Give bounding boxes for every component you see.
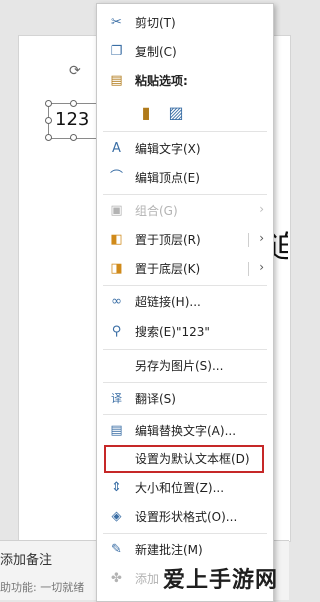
paste-keep-source-icon[interactable]: ▮ — [135, 101, 157, 125]
resize-handle[interactable] — [45, 100, 52, 107]
menu-item-label: 搜索(E)"123" — [135, 325, 210, 339]
chevron-right-icon[interactable]: › — [259, 231, 264, 245]
menu-item-size-position[interactable]: ⇕ 大小和位置(Z)... — [97, 475, 273, 501]
menu-item-send-to-back[interactable]: ◨ 置于底层(K) › — [97, 256, 273, 282]
paste-picture-icon[interactable]: ▨ — [165, 101, 187, 125]
menu-item-label: 置于底层(K) — [135, 262, 201, 276]
group-icon: ▣ — [110, 203, 123, 218]
menu-item-paste-options: ▤ 粘贴选项: — [97, 68, 273, 94]
note-icon: ✤ — [111, 571, 122, 586]
link-icon: ∞ — [111, 294, 122, 309]
menu-item-bring-to-front[interactable]: ◧ 置于顶层(R) › — [97, 227, 273, 253]
menu-item-translate[interactable]: 译 翻译(S) — [97, 386, 273, 412]
size-position-icon: ⇕ — [111, 480, 122, 495]
menu-item-label: 复制(C) — [135, 45, 177, 59]
resize-handle[interactable] — [45, 134, 52, 141]
menu-item-hyperlink[interactable]: ∞ 超链接(H)... — [97, 289, 273, 315]
menu-item-cut[interactable]: ✂ 剪切(T) — [97, 10, 273, 36]
menu-item-label: 粘贴选项: — [135, 74, 188, 88]
menu-item-label: 设置形状格式(O)... — [135, 510, 238, 524]
menu-separator — [103, 533, 267, 534]
format-shape-icon: ◈ — [111, 509, 122, 524]
menu-separator — [103, 414, 267, 415]
menu-separator — [103, 382, 267, 383]
split-divider — [248, 233, 249, 247]
clipboard-icon: ▤ — [110, 73, 123, 88]
status-text: 助功能: 一切就绪 — [0, 581, 85, 594]
comment-icon: ✎ — [111, 542, 122, 557]
watermark-text: 爱上手游网 — [163, 568, 279, 593]
menu-item-edit-points[interactable]: ⌒ 编辑顶点(E) — [97, 165, 273, 191]
highlight-box — [104, 445, 264, 473]
chevron-right-icon[interactable]: › — [259, 260, 264, 274]
menu-item-label: 编辑文字(X) — [135, 142, 201, 156]
menu-separator — [103, 194, 267, 195]
search-icon: ⚲ — [111, 324, 122, 339]
rotate-handle-icon[interactable]: ⟳ — [69, 64, 81, 78]
menu-item-label: 超链接(H)... — [135, 295, 201, 309]
resize-handle[interactable] — [70, 100, 77, 107]
menu-item-search[interactable]: ⚲ 搜索(E)"123" — [97, 319, 273, 345]
menu-item-edit-text[interactable]: A 编辑文字(X) — [97, 136, 273, 162]
bring-front-icon: ◧ — [110, 232, 123, 247]
menu-item-new-comment[interactable]: ✎ 新建批注(M) — [97, 537, 273, 563]
menu-item-label: 翻译(S) — [135, 392, 176, 406]
menu-item-label: 编辑顶点(E) — [135, 171, 200, 185]
menu-item-save-as-picture[interactable]: 另存为图片(S)... — [97, 353, 273, 379]
resize-handle[interactable] — [70, 134, 77, 141]
chevron-right-icon: › — [259, 202, 264, 216]
notes-label: 添加备注 — [0, 553, 53, 568]
menu-item-label: 另存为图片(S)... — [135, 359, 224, 373]
textbox-text[interactable]: 123 — [55, 109, 89, 130]
menu-item-label: 大小和位置(Z)... — [135, 481, 225, 495]
menu-item-label: 剪切(T) — [135, 16, 176, 30]
menu-item-group[interactable]: ▣ 组合(G) › — [97, 198, 273, 224]
menu-item-copy[interactable]: ❐ 复制(C) — [97, 39, 273, 65]
alt-text-icon: ▤ — [110, 423, 123, 438]
edit-points-icon: ⌒ — [109, 170, 123, 185]
menu-item-label: 组合(G) — [135, 204, 178, 218]
menu-separator — [103, 131, 267, 132]
menu-item-format-shape[interactable]: ◈ 设置形状格式(O)... — [97, 504, 273, 530]
menu-item-label: 置于顶层(R) — [135, 233, 201, 247]
menu-item-label: 编辑替换文字(A)... — [135, 424, 237, 438]
split-divider — [248, 262, 249, 276]
context-menu: ✂ 剪切(T) ❐ 复制(C) ▤ 粘贴选项: ▮ ▨ A 编辑文字(X) ⌒ … — [96, 3, 274, 602]
menu-separator — [103, 285, 267, 286]
translate-icon: 译 — [111, 392, 122, 405]
menu-item-label: 添加 — [135, 572, 160, 586]
send-back-icon: ◨ — [110, 261, 123, 276]
menu-item-edit-alt-text[interactable]: ▤ 编辑替换文字(A)... — [97, 418, 273, 444]
edit-text-icon: A — [112, 141, 121, 156]
scissors-icon: ✂ — [111, 15, 122, 30]
menu-item-label: 新建批注(M) — [135, 543, 203, 557]
resize-handle[interactable] — [45, 117, 52, 124]
menu-separator — [103, 349, 267, 350]
copy-icon: ❐ — [110, 44, 123, 59]
